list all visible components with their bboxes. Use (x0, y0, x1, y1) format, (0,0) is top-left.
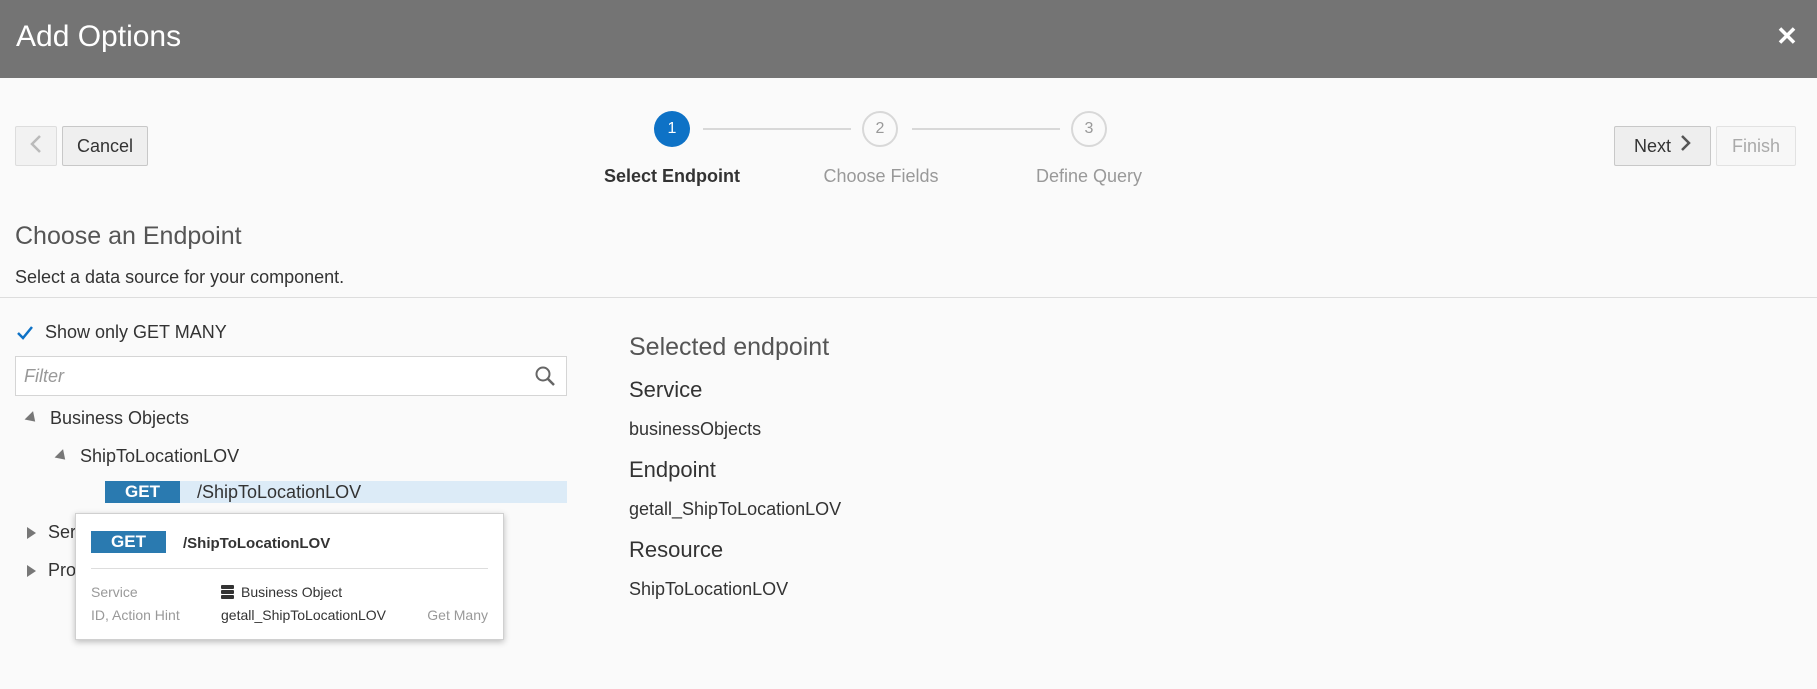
endpoint-row[interactable]: GET /ShipToLocationLOV (105, 481, 567, 503)
step-3-indicator[interactable]: 3 (1071, 111, 1107, 147)
resource-heading: Resource (629, 537, 724, 562)
tooltip-service-value: Business Object (221, 584, 342, 600)
step-1-label: Select Endpoint (603, 166, 741, 186)
step-2-label: Choose Fields (823, 166, 939, 186)
endpoint-value: getall_ShipToLocationLOV (629, 499, 842, 519)
service-value: businessObjects (629, 419, 762, 439)
checkmark-icon[interactable] (15, 323, 35, 343)
divider (0, 297, 1817, 298)
endpoint-tooltip: GET /ShipToLocationLOV Service Business … (75, 513, 504, 640)
section-title: Choose an Endpoint (15, 222, 242, 250)
checkbox-label: Show only GET MANY (45, 322, 227, 342)
step-2-indicator[interactable]: 2 (862, 111, 898, 147)
tooltip-path: /ShipToLocationLOV (183, 535, 331, 552)
step-1-indicator[interactable]: 1 (654, 111, 690, 147)
service-heading: Service (629, 377, 703, 402)
tree-node-business-objects[interactable]: Business Objects (24, 408, 190, 429)
show-get-many-checkbox[interactable]: Show only GET MANY (15, 322, 227, 343)
dialog-title: Add Options (16, 20, 182, 53)
resource-value: ShipToLocationLOV (629, 579, 789, 599)
search-icon[interactable] (534, 365, 556, 387)
collapse-triangle-icon[interactable] (27, 526, 36, 539)
filter-field[interactable] (15, 356, 567, 396)
filter-input[interactable] (16, 357, 516, 395)
get-method-badge: GET (91, 531, 166, 553)
get-method-badge: GET (105, 481, 180, 503)
tree-node-label: ShipToLocationLOV (80, 446, 240, 466)
cancel-button[interactable]: Cancel (62, 126, 148, 166)
close-icon[interactable]: ✕ (1773, 22, 1801, 50)
step-connector (912, 128, 1060, 130)
dialog-header: Add Options ✕ (0, 0, 1817, 78)
selected-endpoint-title: Selected endpoint (629, 333, 830, 361)
tooltip-id-label: ID, Action Hint (91, 607, 180, 623)
tooltip-hint: Get Many (427, 607, 488, 623)
back-button[interactable] (15, 126, 57, 166)
tooltip-service-label: Service (91, 584, 138, 600)
collapse-triangle-icon[interactable] (27, 564, 36, 577)
next-button[interactable]: Next (1614, 126, 1711, 166)
step-3-label: Define Query (1035, 166, 1143, 186)
next-button-label: Next (1633, 135, 1671, 156)
tooltip-divider (91, 568, 488, 569)
tooltip-service-text: Business Object (241, 584, 343, 600)
tree-node-shiptolocationlov[interactable]: ShipToLocationLOV (54, 446, 240, 467)
endpoint-heading: Endpoint (629, 457, 716, 482)
section-subtitle: Select a data source for your component. (15, 267, 345, 287)
tree-node-label: Business Objects (50, 408, 190, 428)
tooltip-id-value: getall_ShipToLocationLOV (221, 607, 387, 623)
chevron-left-icon (29, 134, 43, 159)
chevron-right-icon (1679, 134, 1691, 158)
database-icon (221, 585, 234, 599)
endpoint-path: /ShipToLocationLOV (197, 481, 362, 502)
expand-triangle-icon[interactable] (54, 449, 70, 464)
finish-button[interactable]: Finish (1716, 126, 1796, 166)
step-connector (703, 128, 851, 130)
expand-triangle-icon[interactable] (24, 411, 40, 426)
